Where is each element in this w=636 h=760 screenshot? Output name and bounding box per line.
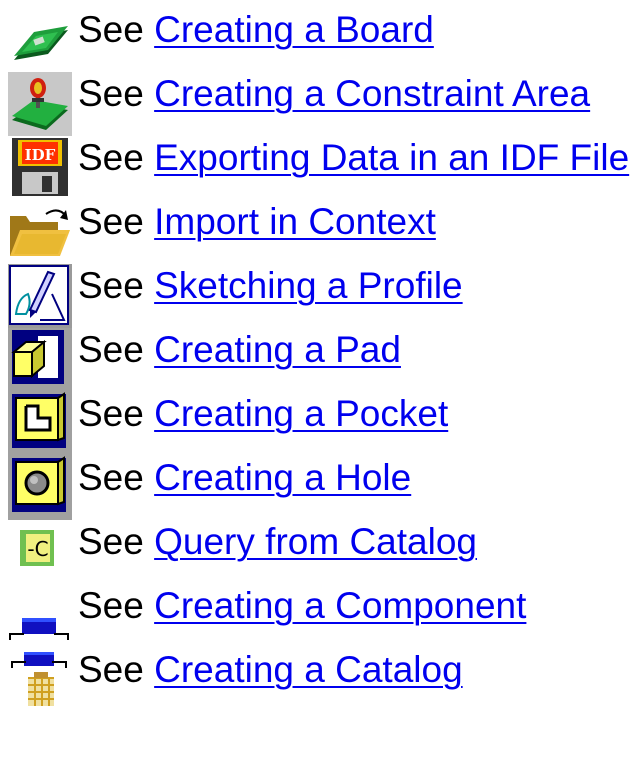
list-item: See Creating a Constraint Area: [0, 68, 636, 136]
sketcher-icon: [8, 264, 72, 328]
link-creating-a-pad[interactable]: Creating a Pad: [154, 329, 401, 370]
see-prefix: See: [78, 265, 144, 306]
list-item: See Creating a Hole: [0, 452, 636, 520]
constraint-area-icon: [8, 72, 72, 136]
board-icon: [8, 8, 72, 72]
see-prefix: See: [78, 201, 144, 242]
see-prefix: See: [78, 329, 144, 370]
link-creating-a-catalog[interactable]: Creating a Catalog: [154, 649, 463, 690]
page: { "items": [ {"prefix": "See", "link": "…: [0, 0, 636, 760]
pocket-icon: [8, 392, 72, 456]
list-item: See Creating a Catalog: [0, 644, 636, 708]
list-item: See Creating a Board: [0, 4, 636, 68]
see-prefix: See: [78, 457, 144, 498]
hole-icon: [8, 456, 72, 520]
link-creating-a-hole[interactable]: Creating a Hole: [154, 457, 411, 498]
link-creating-a-component[interactable]: Creating a Component: [154, 585, 526, 626]
link-sketching-a-profile[interactable]: Sketching a Profile: [154, 265, 463, 306]
see-prefix: See: [78, 585, 144, 626]
link-query-from-catalog[interactable]: Query from Catalog: [154, 521, 477, 562]
list-item: IDF See Exporting Data in an IDF File: [0, 132, 636, 196]
see-prefix: See: [78, 649, 144, 690]
see-prefix: See: [78, 9, 144, 50]
catalog-query-icon: -C: [8, 520, 72, 584]
list-item: See Creating a Pocket: [0, 388, 636, 456]
list-item: See Sketching a Profile: [0, 260, 636, 328]
list-item: -C See Query from Catalog: [0, 516, 636, 580]
open-folder-icon: [8, 200, 72, 264]
link-creating-a-pocket[interactable]: Creating a Pocket: [154, 393, 448, 434]
catalog-icon: [8, 648, 72, 712]
pad-icon: [8, 328, 72, 392]
link-creating-a-constraint-area[interactable]: Creating a Constraint Area: [154, 73, 590, 114]
list-item: See Creating a Pad: [0, 324, 636, 392]
link-exporting-data-in-an-idf-file[interactable]: Exporting Data in an IDF File: [154, 137, 629, 178]
see-prefix: See: [78, 137, 144, 178]
catalog-label: -C: [27, 537, 48, 561]
component-icon: [8, 584, 72, 648]
link-creating-a-board[interactable]: Creating a Board: [154, 9, 434, 50]
list-item: See Creating a Component: [0, 580, 636, 644]
idf-export-icon: IDF: [8, 136, 72, 200]
idf-label: IDF: [25, 146, 56, 164]
see-prefix: See: [78, 521, 144, 562]
link-import-in-context[interactable]: Import in Context: [154, 201, 436, 242]
see-prefix: See: [78, 393, 144, 434]
list-item: See Import in Context: [0, 196, 636, 260]
see-prefix: See: [78, 73, 144, 114]
